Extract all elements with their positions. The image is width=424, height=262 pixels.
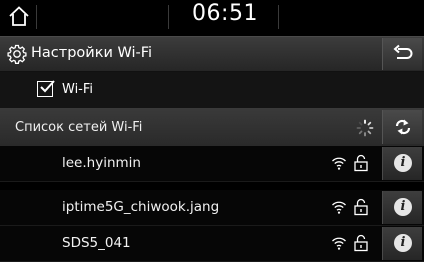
refresh-button[interactable] bbox=[382, 110, 422, 144]
wifi-signal-icon bbox=[331, 155, 347, 171]
separator bbox=[36, 5, 37, 29]
info-button[interactable]: i bbox=[382, 227, 422, 260]
wifi-label: Wi-Fi bbox=[62, 82, 94, 97]
info-icon: i bbox=[394, 198, 412, 216]
wifi-toggle-row[interactable]: Wi-Fi bbox=[0, 72, 424, 108]
network-list-title: Список сетей Wi-Fi bbox=[15, 120, 143, 135]
lock-icon bbox=[353, 154, 369, 172]
back-button[interactable] bbox=[382, 38, 422, 70]
info-button[interactable]: i bbox=[382, 191, 422, 224]
network-row[interactable]: iptime5G_chiwook.jang i bbox=[0, 190, 424, 226]
clock: 06:51 bbox=[192, 1, 258, 26]
title-bar: Настройки Wi-Fi bbox=[0, 36, 424, 72]
network-row[interactable]: lee.hyinmin i bbox=[0, 146, 424, 182]
network-name: iptime5G_chiwook.jang bbox=[62, 199, 220, 215]
info-button[interactable]: i bbox=[382, 147, 422, 180]
home-icon[interactable] bbox=[6, 3, 32, 29]
refresh-icon bbox=[395, 119, 411, 135]
lock-icon bbox=[353, 234, 369, 252]
wifi-signal-icon bbox=[331, 235, 347, 251]
gear-icon bbox=[7, 44, 27, 64]
spinner-icon bbox=[356, 119, 374, 137]
checkmark-icon bbox=[40, 80, 55, 93]
lock-icon bbox=[353, 198, 369, 216]
wifi-signal-icon bbox=[331, 199, 347, 215]
page-title: Настройки Wi-Fi bbox=[31, 45, 153, 61]
back-arrow-icon bbox=[393, 44, 413, 59]
network-name: SDS5_041 bbox=[62, 235, 131, 251]
network-list-header: Список сетей Wi-Fi bbox=[0, 108, 424, 146]
separator bbox=[278, 5, 279, 29]
status-bar: 06:51 bbox=[0, 0, 424, 36]
separator bbox=[168, 5, 169, 29]
info-icon: i bbox=[394, 234, 412, 252]
network-row[interactable]: SDS5_041 i bbox=[0, 226, 424, 262]
info-icon: i bbox=[394, 154, 412, 172]
network-name: lee.hyinmin bbox=[62, 155, 141, 171]
wifi-checkbox[interactable] bbox=[37, 80, 55, 97]
